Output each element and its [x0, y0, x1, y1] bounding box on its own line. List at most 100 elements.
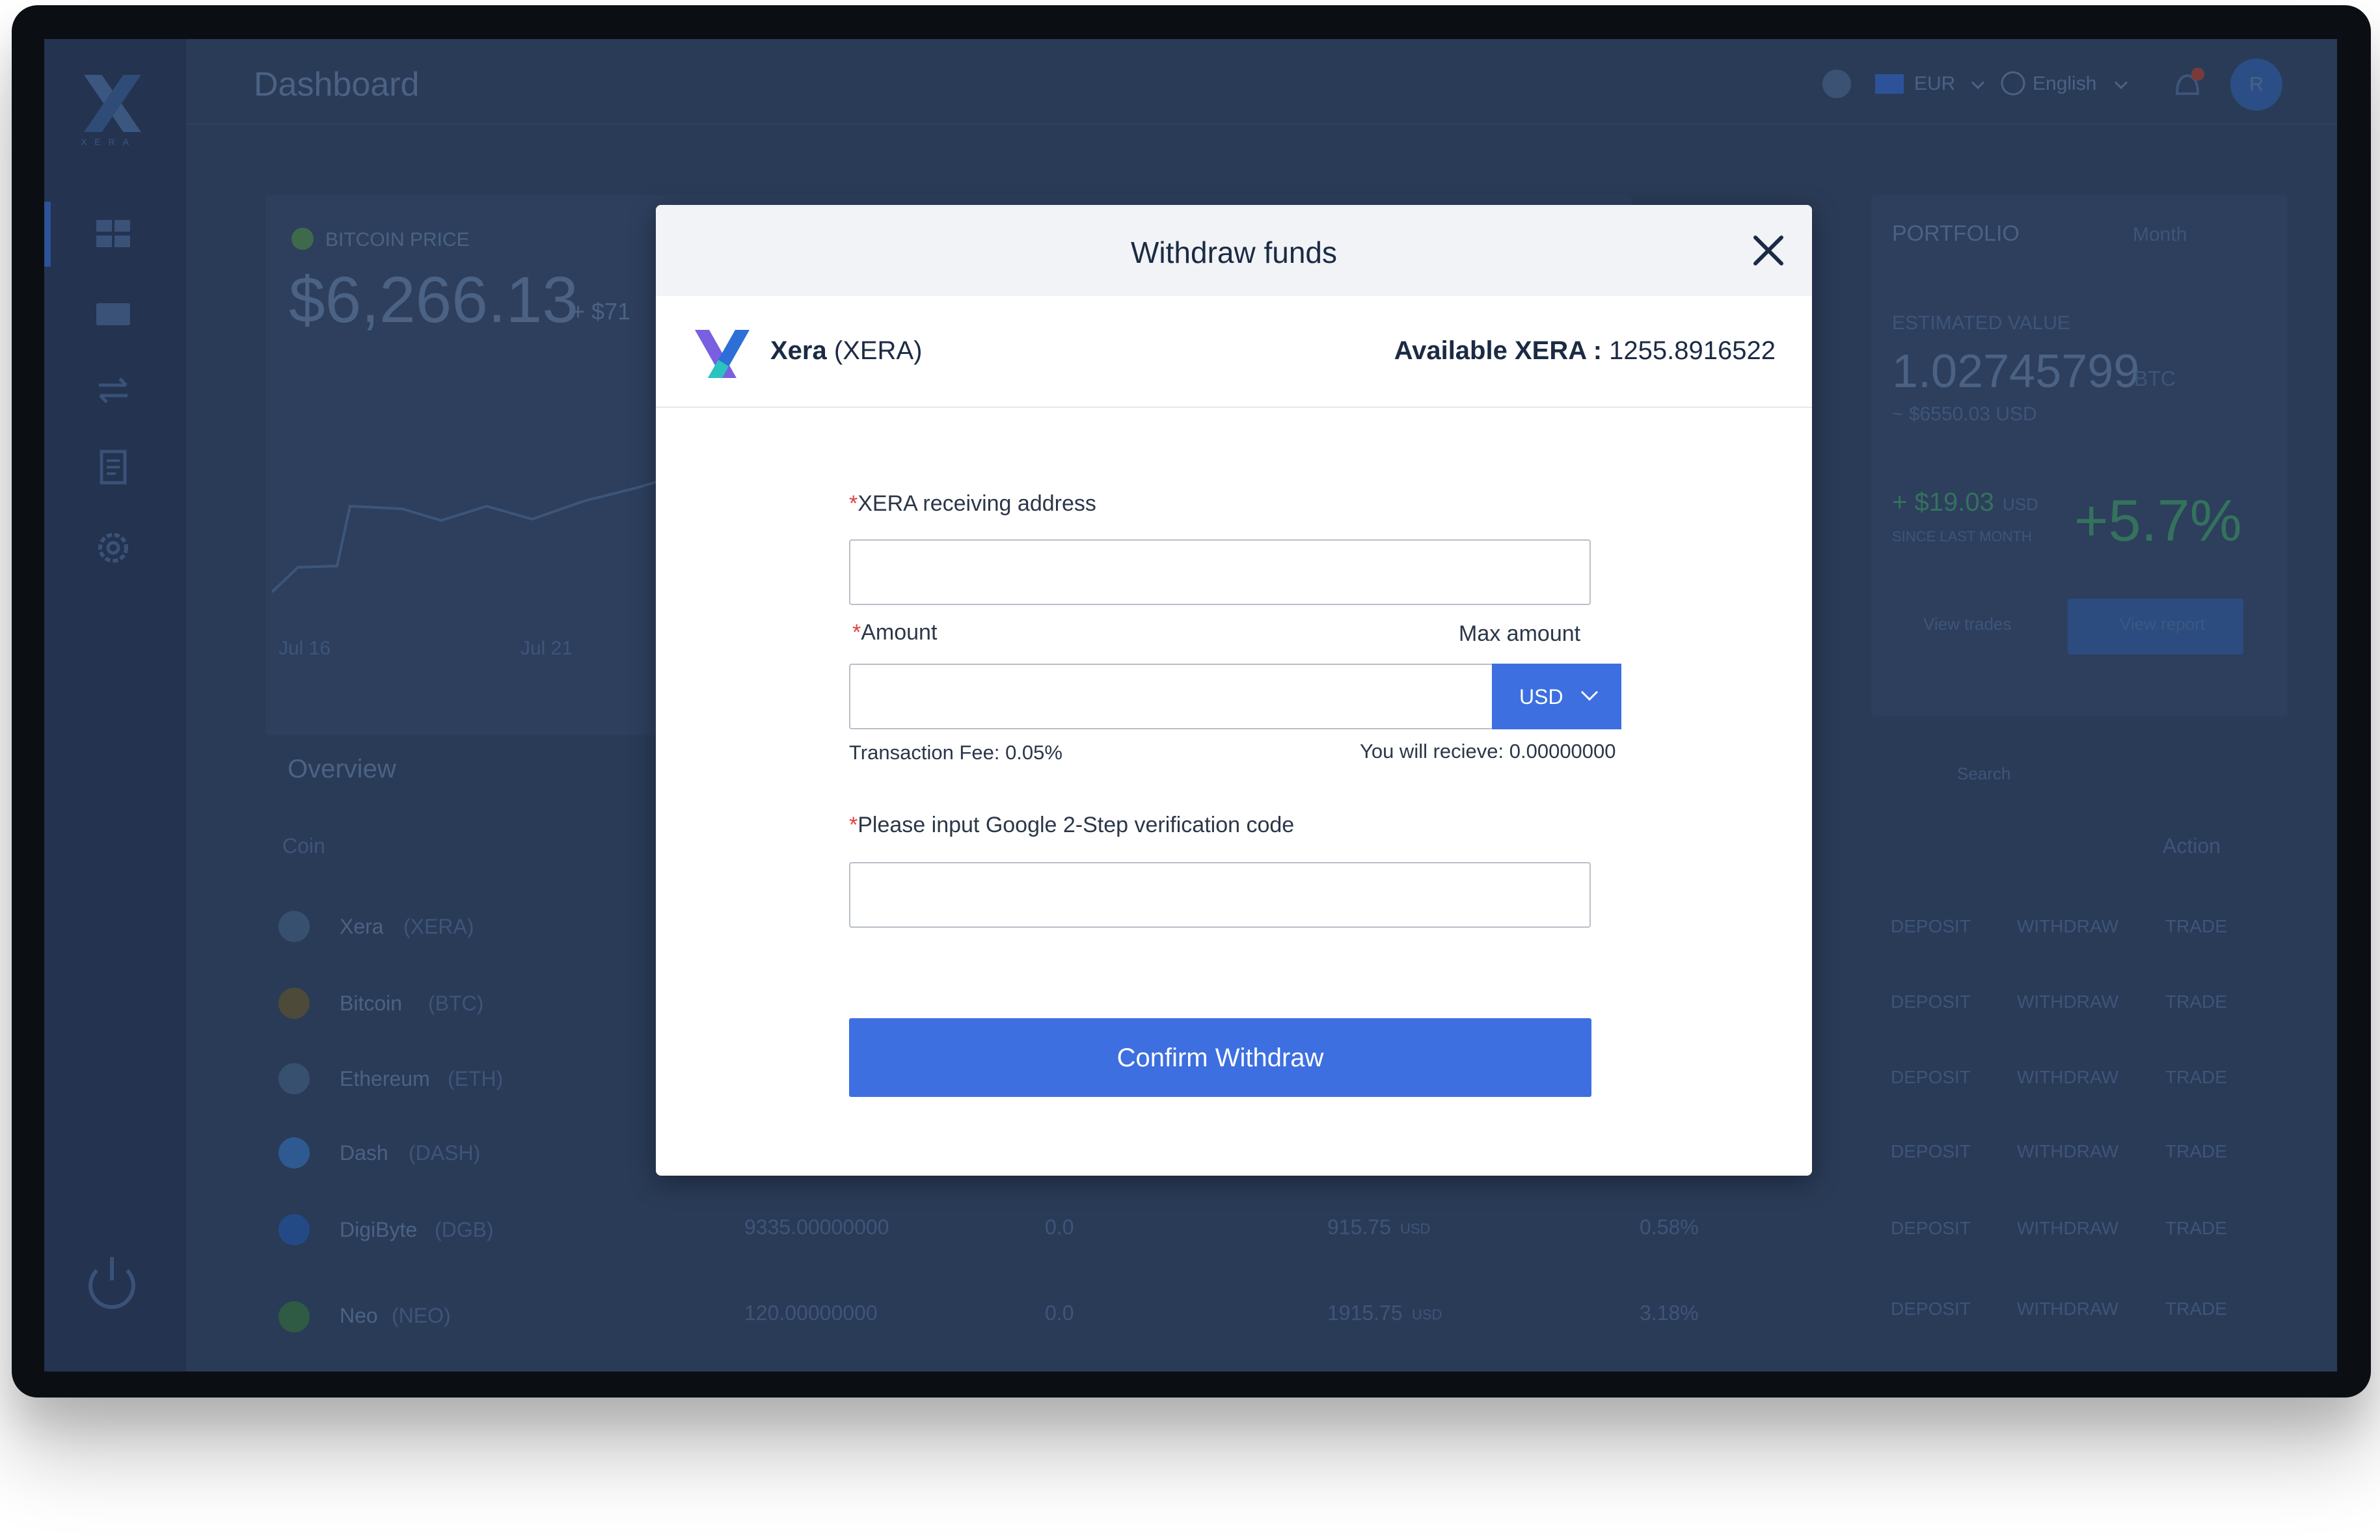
currency-selector[interactable]: EUR [1914, 73, 1955, 95]
portfolio-value: 1.02745799 [1892, 345, 2140, 398]
withdraw-modal: Withdraw funds Xera (XERA) Available XER… [656, 205, 1812, 1176]
portfolio-value-unit: BTC [2134, 367, 2176, 390]
page-title: Dashboard [254, 66, 420, 103]
coin-ticker: (XERA) [403, 915, 474, 938]
coin-balance: 120.00000000 [744, 1301, 878, 1325]
report-icon[interactable] [94, 448, 133, 487]
xera-logo-icon [695, 330, 750, 378]
period-selector[interactable]: Month [2133, 224, 2187, 246]
trade-action[interactable]: TRADE [2165, 992, 2227, 1012]
eu-flag-icon [1875, 74, 1904, 94]
withdraw-action[interactable]: WITHDRAW [2017, 916, 2118, 937]
trade-action[interactable]: TRADE [2165, 916, 2227, 937]
sidebar: XERA [44, 39, 186, 1371]
close-icon[interactable] [1749, 231, 1788, 270]
deposit-action[interactable]: DEPOSIT [1891, 1141, 1971, 1162]
coin-change: 0.58% [1640, 1215, 1699, 1239]
amount-input[interactable] [849, 664, 1493, 729]
chart-x-label: Jul 16 [278, 638, 331, 659]
portfolio-gain-unit: USD [2003, 494, 2038, 514]
transaction-fee: Transaction Fee: 0.05% [849, 741, 1062, 764]
power-icon[interactable] [88, 1257, 135, 1309]
language-selector[interactable]: English [2033, 73, 2096, 95]
column-header-action: Action [2163, 834, 2221, 858]
coin-ticker: (DASH) [409, 1141, 481, 1165]
verification-code-input[interactable] [849, 862, 1591, 928]
logo-text: XERA [81, 137, 137, 147]
verification-label-text: Please input Google 2-Step verification … [858, 813, 1295, 837]
bitcoin-coin-icon [278, 988, 310, 1019]
coin-ticker: (XERA) [833, 336, 923, 365]
address-label-text: XERA receiving address [858, 491, 1096, 516]
coin-value-unit: USD [1400, 1221, 1431, 1237]
address-input[interactable] [849, 539, 1591, 605]
coin-ticker: (NEO) [392, 1304, 451, 1327]
column-header-coin[interactable]: Coin [282, 834, 325, 858]
available-balance: Available XERA : 1255.8916522 [1394, 336, 1776, 366]
currency-dropdown[interactable]: USD [1492, 664, 1621, 729]
bitcoin-icon [291, 228, 314, 250]
chevron-down-icon [2114, 81, 2128, 90]
deposit-action[interactable]: DEPOSIT [1891, 1067, 1971, 1088]
portfolio-usd-value: ~ $6550.03 USD [1892, 403, 2037, 425]
chevron-down-icon [1971, 81, 1985, 90]
withdraw-action[interactable]: WITHDRAW [2017, 992, 2118, 1012]
coin-name: Dash [340, 1141, 388, 1165]
deposit-action[interactable]: DEPOSIT [1891, 1218, 1971, 1239]
trade-action[interactable]: TRADE [2165, 1067, 2227, 1088]
neo-coin-icon [278, 1301, 310, 1332]
exchange-icon[interactable] [94, 371, 133, 410]
coin-pending: 0.0 [1045, 1301, 1074, 1325]
coin-name: Bitcoin [340, 992, 403, 1015]
available-label: Available XERA : [1394, 336, 1602, 365]
trade-action[interactable]: TRADE [2165, 1141, 2227, 1162]
globe-icon [2001, 71, 2025, 96]
digibyte-coin-icon [278, 1214, 310, 1245]
modal-title: Withdraw funds [1130, 236, 1337, 269]
withdraw-action[interactable]: WITHDRAW [2017, 1141, 2118, 1162]
coin-pending: 0.0 [1045, 1215, 1074, 1239]
portfolio-percent: +5.7% [2074, 489, 2242, 554]
deposit-action[interactable]: DEPOSIT [1891, 916, 1971, 937]
dashboard-icon[interactable] [94, 215, 133, 254]
coin-balance: 9335.00000000 [744, 1215, 889, 1239]
coin-value-unit: USD [1412, 1306, 1442, 1323]
view-trades-link[interactable]: View trades [1923, 614, 2011, 634]
trade-action[interactable]: TRADE [2165, 1299, 2227, 1319]
portfolio-gain: + $19.03 [1892, 488, 1994, 517]
withdraw-action[interactable]: WITHDRAW [2017, 1218, 2118, 1239]
bell-icon[interactable] [2169, 65, 2206, 104]
wallet-icon[interactable] [94, 294, 133, 333]
coin-name: Ethereum [340, 1067, 430, 1090]
max-amount-link[interactable]: Max amount [1459, 621, 1580, 647]
avatar[interactable]: R [2230, 59, 2282, 111]
deposit-action[interactable]: DEPOSIT [1891, 992, 1971, 1012]
withdraw-action[interactable]: WITHDRAW [2017, 1299, 2118, 1319]
amount-label: *Amount [852, 620, 937, 645]
theme-toggle-icon[interactable] [1820, 68, 1853, 100]
verification-label: *Please input Google 2-Step verification… [849, 813, 1294, 838]
withdraw-action[interactable]: WITHDRAW [2017, 1067, 2118, 1088]
deposit-action[interactable]: DEPOSIT [1891, 1299, 1971, 1319]
required-mark: * [849, 813, 858, 837]
chart-x-label: Jul 21 [521, 638, 573, 659]
coin-name-text: Xera [770, 336, 827, 365]
coin-info-row: Xera (XERA) Available XERA : 1255.891652… [656, 296, 1812, 408]
app-screen: XERA Dashboard EUR English R BITCOIN PRI… [44, 39, 2337, 1371]
overview-search[interactable]: Search [1957, 764, 2010, 784]
dash-coin-icon [278, 1137, 310, 1169]
nav-active-indicator [44, 202, 51, 267]
settings-icon[interactable] [94, 528, 133, 567]
portfolio-title: PORTFOLIO [1892, 221, 2020, 246]
topbar-divider [186, 124, 2337, 125]
trade-action[interactable]: TRADE [2165, 1218, 2227, 1239]
coin-value: 915.75 [1327, 1215, 1391, 1239]
bitcoin-price-chart [272, 474, 688, 593]
confirm-withdraw-button[interactable]: Confirm Withdraw [849, 1018, 1591, 1097]
coin-name: Neo [340, 1304, 378, 1327]
bitcoin-price-change: + $71 [571, 298, 631, 325]
coin-value: 1915.75 [1327, 1301, 1403, 1325]
coin-ticker: (ETH) [448, 1067, 504, 1090]
chevron-down-icon [1580, 690, 1599, 701]
coin-change: 3.18% [1640, 1301, 1699, 1325]
